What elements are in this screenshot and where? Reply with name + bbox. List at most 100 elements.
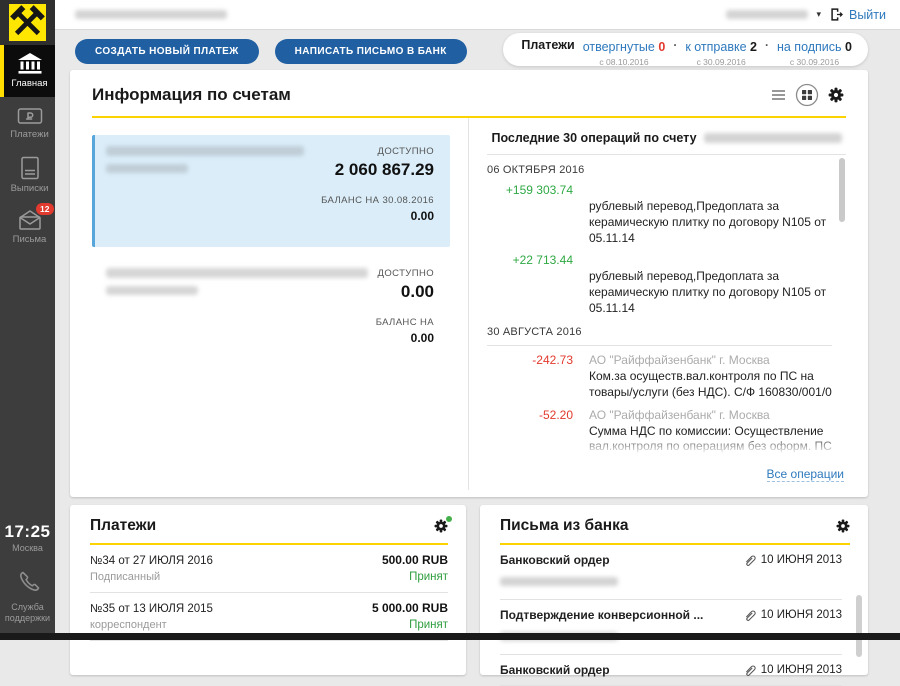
banknote-icon xyxy=(17,106,43,126)
grid-view-icon[interactable] xyxy=(795,83,819,107)
main-content: СОЗДАТЬ НОВЫЙ ПЛАТЕЖ НАПИСАТЬ ПИСЬМО В Б… xyxy=(55,30,900,640)
account-card-selected[interactable]: ДОСТУПНО 2 060 867.29 БАЛАНС НА 30.08.20… xyxy=(92,135,450,247)
status-to-sign[interactable]: на подпись 0 с 30.09.2016 xyxy=(777,38,852,67)
status-to-send[interactable]: к отправке 2 с 30.09.2016 xyxy=(685,38,757,67)
dot-separator xyxy=(673,38,677,52)
operation-amount: -242.73 xyxy=(487,353,573,401)
letter-title: Банковский ордер xyxy=(500,553,610,567)
sidebar-item-statements[interactable]: Выписки xyxy=(0,149,55,201)
available-label: ДОСТУПНО xyxy=(376,268,434,279)
redacted-letter-recipient xyxy=(500,577,618,586)
sidebar-item-letters[interactable]: 12 Письма xyxy=(0,201,55,253)
panel-title: Информация по счетам xyxy=(92,85,291,105)
redacted-operations-account xyxy=(704,133,842,143)
accounts-info-panel: Информация по счетам xyxy=(70,70,868,497)
available-label: ДОСТУПНО xyxy=(321,146,434,157)
operations-date: 30 АВГУСТА 2016 xyxy=(487,326,832,346)
window-edge xyxy=(0,633,900,640)
operations-scrollbar[interactable] xyxy=(839,158,845,222)
paperclip-icon xyxy=(743,554,756,567)
operations-group: 06 ОКТЯБРЯ 2016 +159 303.74 рублевый пер… xyxy=(487,164,832,317)
panel-title: Платежи xyxy=(90,517,156,535)
balance-amount: 0.00 xyxy=(321,209,434,223)
payment-status: Принят xyxy=(409,619,448,631)
rejected-count: 0 xyxy=(658,40,665,54)
paperclip-icon xyxy=(743,664,756,677)
payment-number: №34 от 27 ИЮЛЯ 2016 xyxy=(90,555,213,567)
sidebar-item-payments[interactable]: Платежи xyxy=(0,97,55,149)
clock-city: Москва xyxy=(0,543,55,553)
account-card[interactable]: ДОСТУПНО 0.00 БАЛАНС НА 0.00 xyxy=(92,257,450,369)
redacted-account-number xyxy=(106,146,304,156)
redacted-account-number xyxy=(106,268,368,278)
sidebar-item-home[interactable]: Главная xyxy=(0,45,55,97)
operations-group: 30 АВГУСТА 2016 -242.73 АО "Райффайзенба… xyxy=(487,326,832,458)
logout-button[interactable]: Выйти xyxy=(829,7,886,22)
payment-status: Принят xyxy=(409,571,448,583)
quick-actions: СОЗДАТЬ НОВЫЙ ПЛАТЕЖ НАПИСАТЬ ПИСЬМО В Б… xyxy=(75,39,467,64)
balance-label: БАЛАНС НА 30.08.2016 xyxy=(321,195,434,206)
payment-number: №35 от 13 ИЮЛЯ 2015 xyxy=(90,603,213,615)
letter-title: Банковский ордер xyxy=(500,663,610,677)
letter-date: 10 ИЮНЯ 2013 xyxy=(761,554,842,566)
chevron-down-icon[interactable]: ▾ xyxy=(816,9,821,20)
all-operations-link[interactable]: Все операции xyxy=(767,467,844,482)
document-icon xyxy=(20,156,40,180)
operation-row[interactable]: +159 303.74 рублевый перевод,Предоплата … xyxy=(487,183,832,246)
available-amount: 2 060 867.29 xyxy=(321,160,434,180)
panel-title: Письма из банка xyxy=(500,517,628,535)
sidebar: Главная Платежи Выписки xyxy=(0,0,55,640)
redacted-user-name[interactable] xyxy=(726,10,808,19)
exit-door-icon xyxy=(829,7,844,22)
to-send-since: с 30.09.2016 xyxy=(685,57,757,67)
operation-description: рублевый перевод,Предоплата за керамичес… xyxy=(589,199,832,246)
sidebar-nav: Главная Платежи Выписки xyxy=(0,45,55,253)
operations-list[interactable]: 06 ОКТЯБРЯ 2016 +159 303.74 рублевый пер… xyxy=(487,154,846,458)
letter-row[interactable]: Подтверждение конверсионной ... 10 ИЮНЯ … xyxy=(500,600,842,655)
letters-scrollbar[interactable] xyxy=(856,595,862,657)
operations-date: 06 ОКТЯБРЯ 2016 xyxy=(487,164,832,176)
list-view-icon[interactable] xyxy=(771,89,786,101)
gear-icon[interactable] xyxy=(828,87,844,103)
bank-icon xyxy=(17,53,43,75)
operations-title: Последние 30 операций по счету xyxy=(491,131,696,145)
payment-row[interactable]: №34 от 27 ИЮЛЯ 2016 500.00 RUB Подписанн… xyxy=(90,545,448,593)
logout-label: Выйти xyxy=(849,8,886,22)
payments-status-label: Платежи xyxy=(521,38,574,52)
operation-description: Сумма НДС по комиссии: Осуществление вал… xyxy=(589,424,832,456)
support-label[interactable]: Служба поддержки xyxy=(0,602,55,625)
paperclip-icon xyxy=(743,609,756,622)
rejected-since: с 08.10.2016 xyxy=(583,57,666,67)
operation-description: рублевый перевод,Предоплата за керамичес… xyxy=(589,269,832,316)
redacted-company-name xyxy=(75,10,227,19)
operation-amount: -52.20 xyxy=(487,408,573,456)
letters-settings[interactable] xyxy=(836,519,850,533)
bank-letters-panel: Письма из банка Банковский ордер xyxy=(480,505,868,675)
sidebar-item-label: Главная xyxy=(11,78,47,89)
raiffeisen-logo[interactable] xyxy=(0,0,55,45)
gear-icon xyxy=(836,519,850,533)
sidebar-item-label: Платежи xyxy=(10,129,49,140)
status-rejected[interactable]: отвергнутые 0 с 08.10.2016 xyxy=(583,38,666,67)
operation-payee: АО "Райффайзенбанк" г. Москва xyxy=(589,353,832,368)
operation-payee xyxy=(589,253,832,268)
sidebar-item-label: Выписки xyxy=(11,183,49,194)
operation-row[interactable]: -52.20 АО "Райффайзенбанк" г. Москва Сум… xyxy=(487,408,832,456)
envelope-icon: 12 xyxy=(17,209,43,231)
operation-row[interactable]: -242.73 АО "Райффайзенбанк" г. Москва Ко… xyxy=(487,353,832,401)
write-letter-button[interactable]: НАПИСАТЬ ПИСЬМО В БАНК xyxy=(275,39,467,64)
letter-row[interactable]: Банковский ордер 10 ИЮНЯ 2013 xyxy=(500,545,842,600)
payment-type: Подписанный xyxy=(90,571,160,583)
payments-status-pill: Платежи отвергнутые 0 с 08.10.2016 к отп… xyxy=(503,33,868,66)
create-payment-button[interactable]: СОЗДАТЬ НОВЫЙ ПЛАТЕЖ xyxy=(75,39,259,64)
sidebar-item-label: Письма xyxy=(13,234,47,245)
letter-row[interactable]: Банковский ордер 10 ИЮНЯ 2013 xyxy=(500,655,842,686)
topbar: ▾ Выйти xyxy=(55,0,900,30)
payments-settings[interactable] xyxy=(434,519,448,533)
balance-label: БАЛАНС НА xyxy=(376,317,434,328)
payment-type: корреспондент xyxy=(90,619,167,631)
letter-title: Подтверждение конверсионной ... xyxy=(500,608,703,622)
operation-row[interactable]: +22 713.44 рублевый перевод,Предоплата з… xyxy=(487,253,832,316)
letters-badge: 12 xyxy=(36,203,53,215)
available-amount: 0.00 xyxy=(376,282,434,302)
